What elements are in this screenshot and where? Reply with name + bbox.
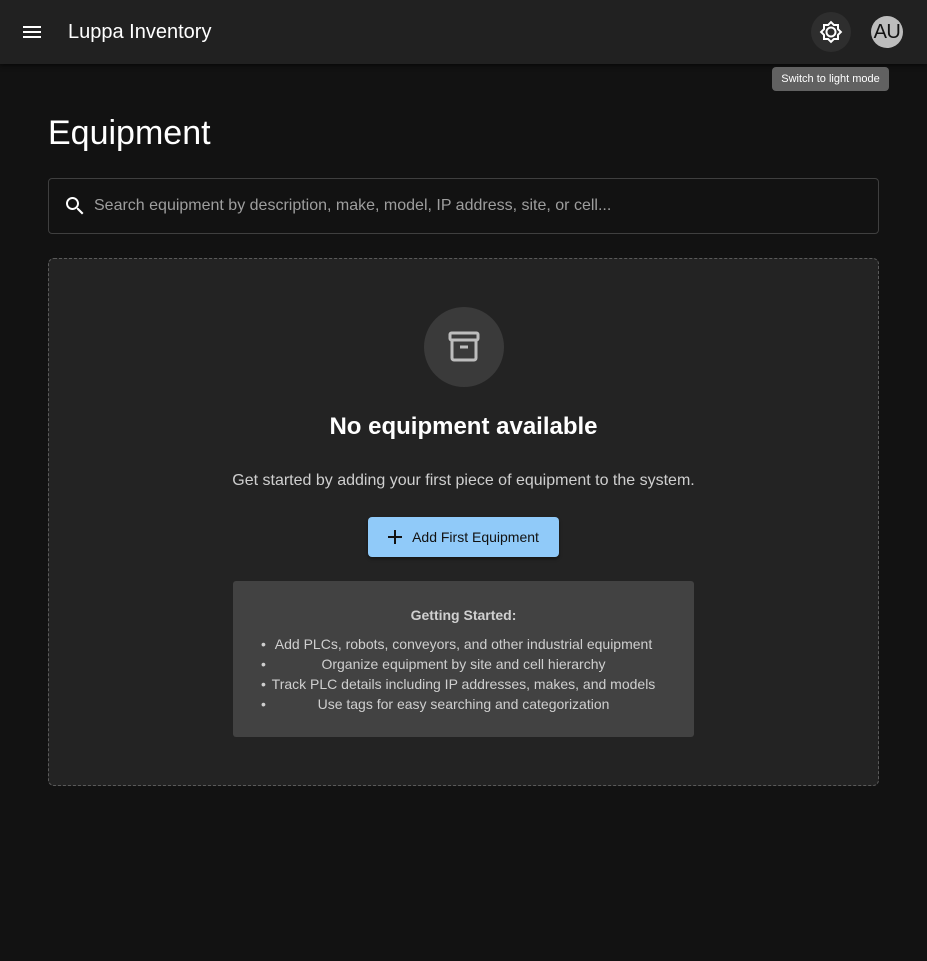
empty-state-description: Get started by adding your first piece o… [232,472,695,489]
brightness-icon [819,20,843,44]
plus-icon [388,530,403,544]
empty-state-card: No equipment available Get started by ad… [48,258,879,786]
add-first-equipment-button[interactable]: Add First Equipment [368,517,559,557]
getting-started-title: Getting Started: [410,607,517,623]
search-input[interactable] [94,179,864,233]
add-first-equipment-label: Add First Equipment [412,529,539,545]
app-title: Luppa Inventory [68,21,212,43]
theme-tooltip: Switch to light mode [772,67,889,91]
list-item: • Organize equipment by site and cell hie… [261,656,606,672]
page-title: Equipment [48,114,211,152]
archive-icon [448,331,480,362]
getting-started-box: Getting Started: • Add PLCs, robots, conv… [233,581,694,737]
list-item: • Use tags for easy searching and categor… [261,696,610,712]
search-box [48,178,879,234]
app-bar: Luppa Inventory AU [0,0,927,64]
theme-toggle-button[interactable] [811,12,851,52]
menu-icon [23,26,41,38]
user-avatar[interactable]: AU [871,16,903,48]
empty-state-icon-container [424,307,504,387]
list-item: • Add PLCs, robots, conveyors, and other … [261,636,653,652]
menu-button[interactable] [12,12,52,52]
search-icon [66,197,84,215]
empty-state-title: No equipment available [329,413,598,440]
list-item: • Track PLC details including IP addresse… [261,676,656,692]
getting-started-list: • Add PLCs, robots, conveyors, and other … [233,634,694,714]
